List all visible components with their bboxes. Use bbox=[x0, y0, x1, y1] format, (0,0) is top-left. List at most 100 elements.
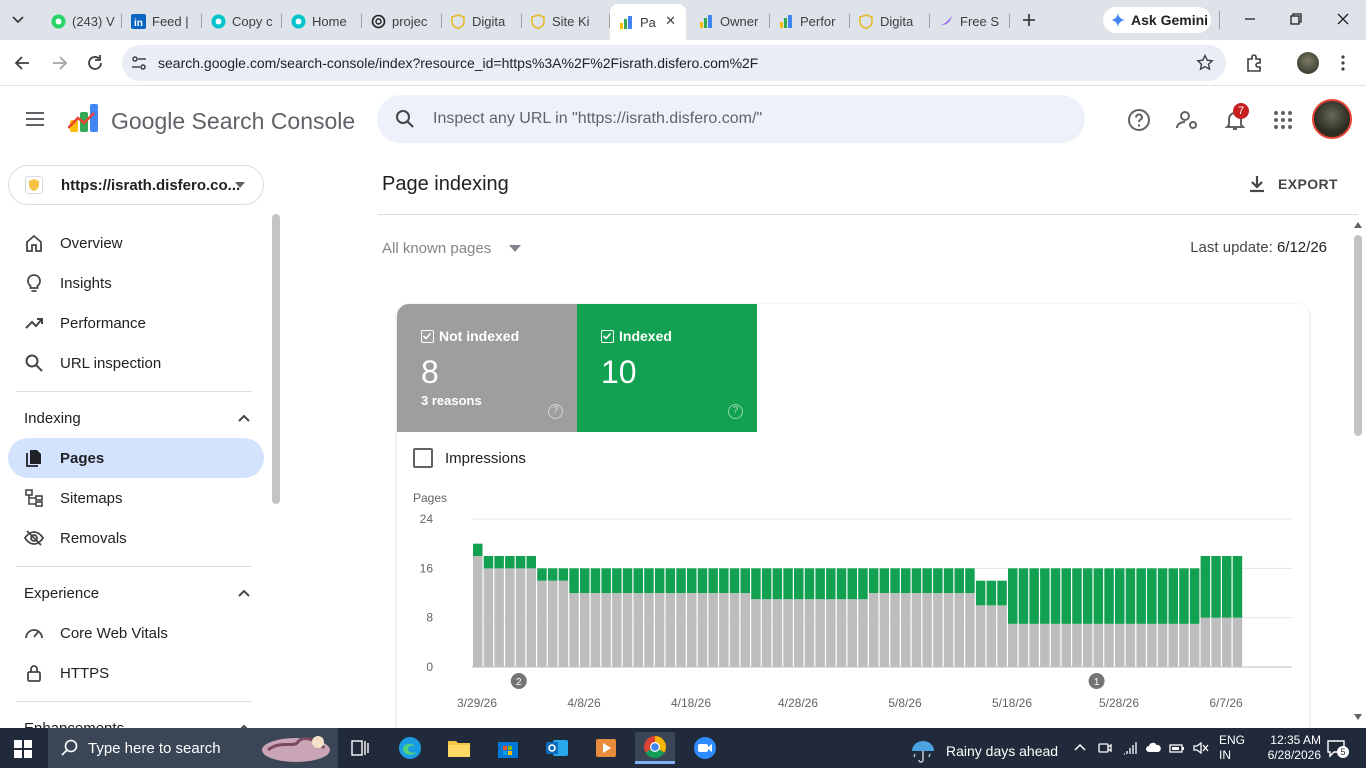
impressions-checkbox[interactable] bbox=[413, 448, 433, 468]
checkbox-checked-icon[interactable] bbox=[601, 330, 614, 343]
windows-start-icon[interactable] bbox=[14, 740, 32, 758]
scroll-down-arrow-icon[interactable] bbox=[1354, 714, 1362, 720]
browser-tab[interactable]: Pa ✕ bbox=[610, 4, 686, 40]
taskbar-media-player[interactable] bbox=[586, 732, 626, 764]
extensions-puzzle-icon[interactable] bbox=[1244, 53, 1264, 73]
browser-tab-title: Site Ki bbox=[552, 13, 590, 29]
restore-window-icon[interactable] bbox=[1287, 10, 1305, 28]
task-view-button[interactable] bbox=[340, 732, 380, 764]
taskbar-zoom[interactable] bbox=[685, 732, 725, 764]
nav-pages-label: Pages bbox=[60, 450, 105, 467]
browser-tab-title: Home bbox=[312, 13, 347, 29]
indexed-bar bbox=[537, 568, 547, 581]
nav-overview[interactable]: Overview bbox=[8, 223, 264, 263]
browser-tab[interactable]: Copy c bbox=[202, 8, 282, 34]
notification-count-badge: 7 bbox=[1233, 103, 1249, 119]
url-inspect-input[interactable] bbox=[433, 107, 1033, 131]
taskbar-chrome[interactable] bbox=[635, 732, 675, 764]
browser-tab[interactable]: Free S bbox=[930, 8, 1010, 34]
impressions-toggle[interactable]: Impressions bbox=[413, 448, 526, 468]
scroll-up-arrow-icon[interactable] bbox=[1354, 222, 1362, 228]
browser-tab[interactable]: Digita bbox=[850, 8, 930, 34]
indexed-bar bbox=[847, 568, 857, 600]
indexed-bar bbox=[868, 568, 879, 593]
input-language-indicator[interactable]: ENG IN bbox=[1219, 733, 1245, 763]
pages-filter-dropdown[interactable]: All known pages bbox=[382, 240, 522, 257]
chevron-up-icon[interactable] bbox=[238, 589, 250, 597]
browser-tab[interactable]: Owner bbox=[690, 8, 770, 34]
hamburger-menu-icon[interactable] bbox=[24, 108, 46, 130]
indexed-bar bbox=[751, 568, 761, 600]
indexed-bar bbox=[954, 568, 964, 593]
help-circle-icon[interactable]: ? bbox=[728, 404, 743, 419]
property-selector[interactable]: https://israth.disfero.co... bbox=[8, 165, 264, 205]
reload-icon[interactable] bbox=[85, 53, 105, 73]
nav-sitemaps[interactable]: Sitemaps bbox=[8, 478, 264, 518]
browser-tab[interactable]: Home bbox=[282, 8, 362, 34]
not-indexed-bar bbox=[601, 593, 611, 667]
nav-https[interactable]: HTTPS bbox=[8, 653, 264, 693]
checkbox-checked-icon[interactable] bbox=[421, 330, 434, 343]
close-tab-icon[interactable]: ✕ bbox=[665, 13, 676, 29]
section-enhancements-heading[interactable]: Enhancements bbox=[24, 720, 124, 728]
back-arrow-icon[interactable] bbox=[13, 53, 33, 73]
address-bar[interactable]: search.google.com/search-console/index?r… bbox=[122, 45, 1226, 81]
indexed-bar bbox=[1061, 568, 1071, 624]
manage-users-icon[interactable] bbox=[1175, 108, 1199, 132]
browser-tab[interactable]: Perfor bbox=[770, 8, 850, 34]
not-indexed-bar bbox=[901, 593, 911, 667]
onedrive-cloud-icon[interactable] bbox=[1145, 740, 1161, 756]
help-icon[interactable] bbox=[1127, 108, 1151, 132]
nav-url-inspection[interactable]: URL inspection bbox=[8, 343, 264, 383]
apps-grid-icon[interactable] bbox=[1271, 108, 1295, 132]
weather-widget[interactable]: Rainy days ahead bbox=[910, 739, 1058, 763]
export-button[interactable]: EXPORT bbox=[1248, 171, 1338, 197]
taskbar-store[interactable] bbox=[488, 732, 528, 764]
browser-tab[interactable]: Digita bbox=[442, 8, 522, 34]
browser-tab[interactable]: Site Ki bbox=[522, 8, 610, 34]
bookmark-star-icon[interactable] bbox=[1196, 54, 1214, 72]
meet-now-icon[interactable] bbox=[1097, 740, 1113, 756]
volume-muted-icon[interactable] bbox=[1193, 740, 1209, 756]
browser-tab[interactable]: (243) V bbox=[42, 8, 122, 34]
network-wifi-icon[interactable] bbox=[1122, 740, 1138, 756]
more-vertical-icon[interactable] bbox=[1333, 53, 1353, 73]
taskbar-outlook[interactable] bbox=[537, 732, 577, 764]
account-avatar[interactable] bbox=[1312, 99, 1352, 139]
not-indexed-tile[interactable]: Not indexed 8 3 reasons ? bbox=[397, 304, 577, 432]
forward-arrow-icon[interactable] bbox=[49, 53, 69, 73]
site-info-tune-icon[interactable] bbox=[130, 54, 148, 72]
new-tab-plus-icon[interactable] bbox=[1018, 10, 1040, 30]
nav-removals[interactable]: Removals bbox=[8, 518, 264, 558]
section-experience-heading[interactable]: Experience bbox=[24, 585, 99, 602]
section-indexing-heading[interactable]: Indexing bbox=[24, 410, 81, 427]
indexed-bar bbox=[836, 568, 847, 600]
url-inspect-search[interactable] bbox=[377, 95, 1085, 143]
main-scrollbar[interactable] bbox=[1354, 235, 1362, 436]
indexed-bar bbox=[922, 568, 932, 593]
sidebar-scrollbar[interactable] bbox=[272, 214, 280, 504]
show-hidden-icons-chevron-icon[interactable] bbox=[1072, 740, 1088, 756]
battery-icon[interactable] bbox=[1169, 740, 1185, 756]
close-window-icon[interactable] bbox=[1334, 10, 1352, 28]
browser-tab[interactable]: projec bbox=[362, 8, 442, 34]
taskbar-search-box[interactable]: Type here to search bbox=[48, 728, 338, 768]
action-center-button[interactable]: 5 bbox=[1326, 738, 1349, 758]
minimize-window-icon[interactable] bbox=[1241, 10, 1259, 28]
taskbar-edge[interactable] bbox=[390, 732, 430, 764]
ask-gemini-button[interactable]: Ask Gemini bbox=[1103, 7, 1211, 33]
indexed-tile[interactable]: Indexed 10 ? bbox=[577, 304, 757, 432]
nav-core-web-vitals[interactable]: Core Web Vitals bbox=[8, 613, 264, 653]
nav-performance[interactable]: Performance bbox=[8, 303, 264, 343]
nav-pages[interactable]: Pages bbox=[8, 438, 264, 478]
chrome-profile-avatar[interactable] bbox=[1297, 52, 1319, 74]
indexed-bar bbox=[804, 568, 815, 600]
help-circle-icon[interactable]: ? bbox=[548, 404, 563, 419]
chevron-up-icon[interactable] bbox=[238, 414, 250, 422]
taskbar-file-explorer[interactable] bbox=[439, 732, 479, 764]
weather-text: Rainy days ahead bbox=[946, 743, 1059, 759]
browser-tab[interactable]: in Feed | bbox=[122, 8, 202, 34]
tab-search-button[interactable] bbox=[6, 9, 30, 31]
nav-insights[interactable]: Insights bbox=[8, 263, 264, 303]
taskbar-clock[interactable]: 12:35 AM 6/28/2026 bbox=[1257, 733, 1321, 763]
